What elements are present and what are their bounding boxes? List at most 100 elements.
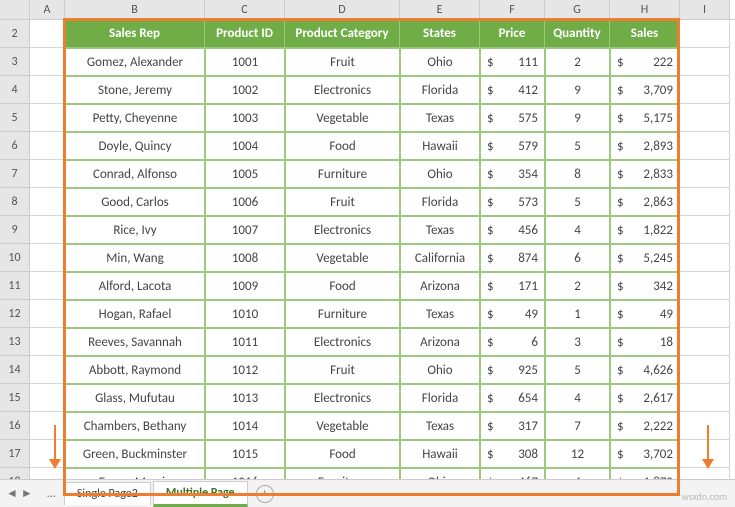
cell-product-id[interactable]: 1008 — [205, 244, 285, 272]
cell-product-id[interactable]: 1005 — [205, 160, 285, 188]
cell-empty[interactable] — [30, 104, 65, 132]
cell-price[interactable]: $456 — [480, 216, 545, 244]
table-header-cell[interactable]: Product ID — [205, 20, 285, 48]
cell-category[interactable]: Furniture — [285, 300, 400, 328]
cell-sales-rep[interactable]: Glass, Mufutau — [65, 384, 205, 412]
row-header[interactable]: 11 — [0, 272, 30, 300]
cell-empty[interactable] — [680, 20, 730, 48]
cell-empty[interactable] — [680, 160, 730, 188]
cell-empty[interactable] — [680, 356, 730, 384]
cell-price[interactable]: $171 — [480, 272, 545, 300]
cell-sales[interactable]: $49 — [610, 300, 680, 328]
cell-empty[interactable] — [680, 104, 730, 132]
cell-price[interactable]: $573 — [480, 188, 545, 216]
cell-sales-rep[interactable]: Gomez, Alexander — [65, 48, 205, 76]
cell-category[interactable]: Food — [285, 440, 400, 468]
cell-product-id[interactable]: 1002 — [205, 76, 285, 104]
row-header[interactable]: 3 — [0, 48, 30, 76]
cell-sales-rep[interactable]: Rice, Ivy — [65, 216, 205, 244]
cell-sales[interactable]: $2,893 — [610, 132, 680, 160]
cell-state[interactable]: Ohio — [400, 48, 480, 76]
table-header-cell[interactable]: Product Category — [285, 20, 400, 48]
cell-sales[interactable]: $1,822 — [610, 216, 680, 244]
cell-category[interactable]: Fruit — [285, 356, 400, 384]
cell-sales[interactable]: $3,709 — [610, 76, 680, 104]
cell-sales[interactable]: $342 — [610, 272, 680, 300]
cell-quantity[interactable]: 4 — [545, 216, 610, 244]
cell-state[interactable]: Arizona — [400, 328, 480, 356]
col-header-B[interactable]: B — [65, 0, 205, 19]
cell-sales-rep[interactable]: Doyle, Quincy — [65, 132, 205, 160]
table-header-cell[interactable]: Quantity — [545, 20, 610, 48]
cell-sales-rep[interactable]: Min, Wang — [65, 244, 205, 272]
cell-quantity[interactable]: 5 — [545, 132, 610, 160]
table-header-cell[interactable]: States — [400, 20, 480, 48]
table-header-cell[interactable]: Sales Rep — [65, 20, 205, 48]
cell-price[interactable]: $317 — [480, 412, 545, 440]
cell-sales[interactable]: $18 — [610, 328, 680, 356]
cell-state[interactable]: Arizona — [400, 272, 480, 300]
cell-product-id[interactable]: 1001 — [205, 48, 285, 76]
row-header[interactable]: 15 — [0, 384, 30, 412]
row-header[interactable]: 13 — [0, 328, 30, 356]
cell-quantity[interactable]: 9 — [545, 76, 610, 104]
cell-empty[interactable] — [680, 328, 730, 356]
row-header[interactable]: 2 — [0, 20, 30, 48]
cell-category[interactable]: Electronics — [285, 328, 400, 356]
cell-sales-rep[interactable]: Stone, Jeremy — [65, 76, 205, 104]
cell-quantity[interactable]: 5 — [545, 188, 610, 216]
cell-category[interactable]: Fruit — [285, 188, 400, 216]
cell-empty[interactable] — [30, 244, 65, 272]
cell-price[interactable]: $575 — [480, 104, 545, 132]
cell-category[interactable]: Electronics — [285, 216, 400, 244]
cell-product-id[interactable]: 1013 — [205, 384, 285, 412]
cell-state[interactable]: Ohio — [400, 160, 480, 188]
cell-quantity[interactable]: 8 — [545, 160, 610, 188]
cell-price[interactable]: $6 — [480, 328, 545, 356]
cell-sales-rep[interactable]: Green, Buckminster — [65, 440, 205, 468]
cell-empty[interactable] — [30, 272, 65, 300]
cell-sales-rep[interactable]: Petty, Cheyenne — [65, 104, 205, 132]
cell-sales[interactable]: $222 — [610, 48, 680, 76]
cell-state[interactable]: Texas — [400, 104, 480, 132]
table-header-cell[interactable]: Sales — [610, 20, 680, 48]
cell-product-id[interactable]: 1004 — [205, 132, 285, 160]
cell-quantity[interactable]: 12 — [545, 440, 610, 468]
cell-price[interactable]: $354 — [480, 160, 545, 188]
nav-prev-icon[interactable]: ◄ — [6, 486, 18, 501]
tab-multiple-page[interactable]: Multiple Page — [153, 481, 248, 507]
cell-price[interactable]: $308 — [480, 440, 545, 468]
cell-empty[interactable] — [680, 48, 730, 76]
cell-sales[interactable]: $2,222 — [610, 412, 680, 440]
row-header[interactable]: 16 — [0, 412, 30, 440]
cell-state[interactable]: Texas — [400, 216, 480, 244]
cell-sales[interactable]: $3,702 — [610, 440, 680, 468]
add-sheet-button[interactable]: + — [256, 485, 274, 503]
cell-empty[interactable] — [30, 160, 65, 188]
cell-price[interactable]: $654 — [480, 384, 545, 412]
cell-product-id[interactable]: 1009 — [205, 272, 285, 300]
cell-empty[interactable] — [30, 356, 65, 384]
cell-sales[interactable]: $2,617 — [610, 384, 680, 412]
cell-price[interactable]: $874 — [480, 244, 545, 272]
cell-price[interactable]: $412 — [480, 76, 545, 104]
cell-sales-rep[interactable]: Conrad, Alfonso — [65, 160, 205, 188]
cell-category[interactable]: Fruit — [285, 48, 400, 76]
row-header[interactable]: 4 — [0, 76, 30, 104]
col-header-D[interactable]: D — [285, 0, 400, 19]
cell-state[interactable]: Florida — [400, 188, 480, 216]
cell-product-id[interactable]: 1011 — [205, 328, 285, 356]
cell-quantity[interactable]: 5 — [545, 356, 610, 384]
cell-quantity[interactable]: 4 — [545, 384, 610, 412]
cell-sales[interactable]: $5,245 — [610, 244, 680, 272]
col-header-F[interactable]: F — [480, 0, 545, 19]
cell-empty[interactable] — [680, 244, 730, 272]
select-all-corner[interactable] — [0, 0, 30, 19]
cell-quantity[interactable]: 1 — [545, 300, 610, 328]
cell-empty[interactable] — [30, 188, 65, 216]
cell-empty[interactable] — [30, 300, 65, 328]
row-header[interactable]: 8 — [0, 188, 30, 216]
col-header-C[interactable]: C — [205, 0, 285, 19]
cell-state[interactable]: Florida — [400, 384, 480, 412]
cell-empty[interactable] — [680, 384, 730, 412]
